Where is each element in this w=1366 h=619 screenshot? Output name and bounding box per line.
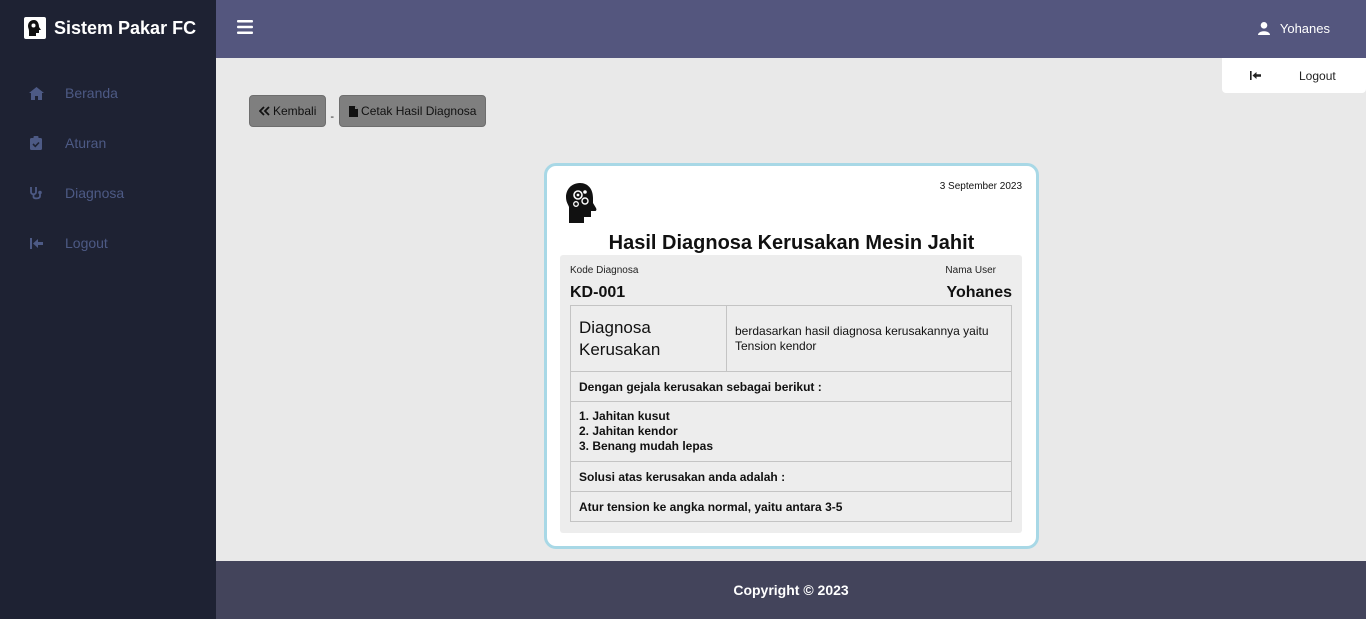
brain-head-icon [24,17,46,39]
user-name-value: Yohanes [946,284,1013,301]
user-icon [1257,22,1270,35]
logout-icon [28,235,44,251]
action-separator: - [330,111,335,123]
sidebar: Sistem Pakar FC Beranda Aturan Diagnosa … [0,0,216,619]
sidebar-item-label: Diagnosa [65,185,125,201]
sidebar-item-diagnosa[interactable]: Diagnosa [0,168,216,218]
user-menu[interactable]: Yohanes [1257,21,1330,36]
dropdown-logout-label: Logout [1299,68,1336,83]
solution-text: Atur tension ke angka normal, yaitu anta… [570,491,1012,522]
double-chevron-left-icon [259,106,270,116]
sidebar-nav: Beranda Aturan Diagnosa Logout [0,68,216,268]
user-name: Yohanes [1279,21,1330,36]
brand[interactable]: Sistem Pakar FC [0,0,216,56]
table-row: Atur tension ke angka normal, yaitu anta… [570,491,1012,522]
diagnosis-title: Hasil Diagnosa Kerusakan Mesin Jahit [608,232,975,254]
sidebar-item-aturan[interactable]: Aturan [0,118,216,168]
table-row: Solusi atas kerusakan anda adalah : [570,461,1012,492]
print-diagnosis-button[interactable]: Cetak Hasil Diagnosa [339,95,487,127]
stethoscope-icon [28,185,44,201]
print-diagnosis-label: Cetak Hasil Diagnosa [361,104,477,118]
diagnosis-panel: Kode Diagnosa Nama User KD-001 Yohanes D… [560,255,1022,533]
brain-gear-head-icon [563,182,601,229]
table-row: 1. Jahitan kusut 2. Jahitan kendor 3. Be… [570,401,1012,462]
home-icon [28,85,44,101]
file-icon [349,105,359,117]
symptoms-list: 1. Jahitan kusut 2. Jahitan kendor 3. Be… [570,401,1012,462]
brand-title: Sistem Pakar FC [54,17,197,38]
diagnosis-code-label: Kode Diagnosa [570,265,639,276]
action-bar: Kembali - Cetak Hasil Diagnosa [249,95,487,127]
list-item: 2. Jahitan kendor [579,424,678,438]
footer: Copyright © 2023 [216,561,1366,619]
sidebar-item-beranda[interactable]: Beranda [0,68,216,118]
table-row: Dengan gejala kerusakan sebagai berikut … [570,371,1012,402]
sidebar-item-label: Beranda [65,85,118,101]
logout-icon [1250,71,1261,80]
solution-heading: Solusi atas kerusakan anda adalah : [570,461,1012,492]
diagnosis-result-card: 3 September 2023 Hasil Diagnosa Kerusaka… [544,163,1039,549]
hamburger-menu-icon[interactable] [237,20,253,36]
topbar: Yohanes [216,0,1366,58]
back-button[interactable]: Kembali [249,95,327,127]
diagnosis-label-cell: Diagnosa Kerusakan [570,305,727,372]
diagnosis-table: Diagnosa Kerusakan berdasarkan hasil dia… [570,305,1012,522]
diagnosis-text-cell: berdasarkan hasil diagnosa kerusakannya … [726,305,1012,372]
diagnosis-code-value: KD-001 [570,284,626,301]
sidebar-item-label: Aturan [65,135,107,151]
user-name-label: Nama User [945,265,996,276]
user-dropdown-logout[interactable]: Logout [1222,58,1366,93]
symptoms-heading: Dengan gejala kerusakan sebagai berikut … [570,371,1012,402]
sidebar-item-logout[interactable]: Logout [0,218,216,268]
diagnosis-date: 3 September 2023 [939,181,1022,192]
copyright-text: Copyright © 2023 [733,582,849,598]
clipboard-check-icon [28,135,44,151]
list-item: 1. Jahitan kusut [579,409,670,423]
sidebar-item-label: Logout [65,235,108,251]
back-button-label: Kembali [273,104,317,118]
table-row: Diagnosa Kerusakan berdasarkan hasil dia… [570,305,1012,372]
list-item: 3. Benang mudah lepas [579,439,714,453]
